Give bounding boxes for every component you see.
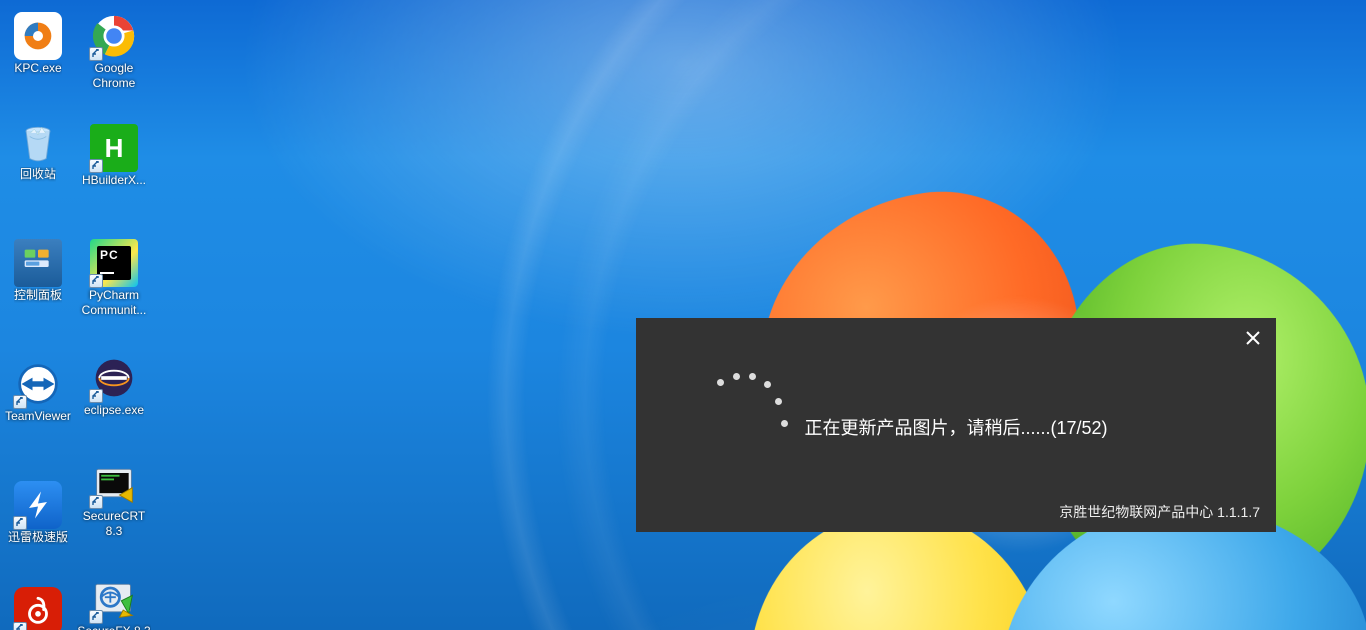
- icon-label: Google Chrome: [77, 61, 151, 91]
- securefx-icon: [90, 575, 138, 623]
- hbuilderx-icon: H: [90, 124, 138, 172]
- icon-netease[interactable]: 网易云音乐: [0, 585, 76, 630]
- shortcut-badge-icon: [13, 622, 27, 630]
- thunder-icon: [14, 481, 62, 529]
- icon-chrome[interactable]: Google Chrome: [76, 10, 152, 122]
- eclipse-icon: [90, 354, 138, 402]
- icon-column-2: Google Chrome H HBuilderX... PC PyCharm: [76, 0, 152, 630]
- recycle-bin-icon: [14, 118, 62, 166]
- icon-label: KPC.exe: [14, 61, 61, 76]
- icon-label: 回收站: [20, 167, 56, 182]
- icon-label: 迅雷极速版: [8, 530, 68, 545]
- icon-securefx[interactable]: SecureFX 8.3: [76, 573, 152, 630]
- icon-label: 控制面板: [14, 288, 62, 303]
- close-icon: [1245, 330, 1261, 346]
- kpc-icon: [14, 12, 62, 60]
- shortcut-badge-icon: [89, 274, 103, 288]
- dialog-footer: 京胜世纪物联网产品中心 1.1.1.7: [1059, 502, 1260, 522]
- icon-eclipse[interactable]: eclipse.exe: [76, 352, 152, 452]
- icon-securecrt[interactable]: SecureCRT 8.3: [76, 458, 152, 573]
- icon-column-1: KPC.exe 回收站: [0, 0, 76, 630]
- icon-recycle-bin[interactable]: 回收站: [0, 116, 76, 216]
- icon-teamviewer[interactable]: TeamViewer: [0, 358, 76, 458]
- desktop-area: KPC.exe 回收站: [0, 0, 152, 630]
- shortcut-badge-icon: [89, 495, 103, 509]
- icon-label: HBuilderX...: [82, 173, 146, 188]
- teamviewer-icon: [14, 360, 62, 408]
- icon-label: eclipse.exe: [84, 403, 144, 418]
- shortcut-badge-icon: [89, 389, 103, 403]
- netease-icon: [14, 587, 62, 630]
- shortcut-badge-icon: [89, 610, 103, 624]
- shortcut-badge-icon: [13, 395, 27, 409]
- icon-thunder[interactable]: 迅雷极速版: [0, 479, 76, 579]
- icon-control-panel[interactable]: 控制面板: [0, 237, 76, 337]
- icon-label: SecureFX 8.3: [77, 624, 150, 630]
- icon-label: SecureCRT 8.3: [77, 509, 151, 539]
- shortcut-badge-icon: [13, 516, 27, 530]
- control-panel-icon: [14, 239, 62, 287]
- close-button[interactable]: [1243, 328, 1263, 348]
- icon-hbuilderx[interactable]: H HBuilderX...: [76, 122, 152, 222]
- icon-kpc[interactable]: KPC.exe: [0, 10, 76, 110]
- update-dialog: 正在更新产品图片，请稍后......(17/52) 京胜世纪物联网产品中心 1.…: [636, 318, 1276, 532]
- dialog-message: 正在更新产品图片，请稍后......(17/52): [636, 414, 1276, 440]
- shortcut-badge-icon: [89, 47, 103, 61]
- securecrt-icon: [90, 460, 138, 508]
- icon-label: PyCharm Communit...: [77, 288, 151, 318]
- shortcut-badge-icon: [89, 159, 103, 173]
- chrome-icon: [90, 12, 138, 60]
- icon-pycharm[interactable]: PC PyCharm Communit...: [76, 237, 152, 352]
- icon-label: TeamViewer: [5, 409, 71, 424]
- pycharm-icon: PC: [90, 239, 138, 287]
